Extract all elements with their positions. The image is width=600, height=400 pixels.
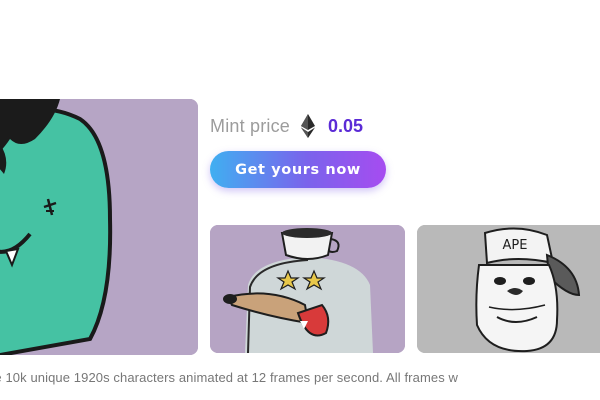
mint-price-value: 0.05 [328,115,364,136]
collection-description: re 10k unique 1920s characters animated … [0,370,458,385]
mint-price-row: Mint price 0.05 [210,111,363,141]
ape-cap-text: APE [503,238,528,253]
ape-character-thumbnail[interactable]: APE [417,225,600,353]
hero-character-art [0,99,198,355]
ghost-character-thumbnail[interactable] [210,225,405,353]
get-yours-now-button[interactable]: Get yours now [210,151,386,188]
mint-price-label: Mint price [210,115,291,136]
ethereum-icon [301,114,316,138]
